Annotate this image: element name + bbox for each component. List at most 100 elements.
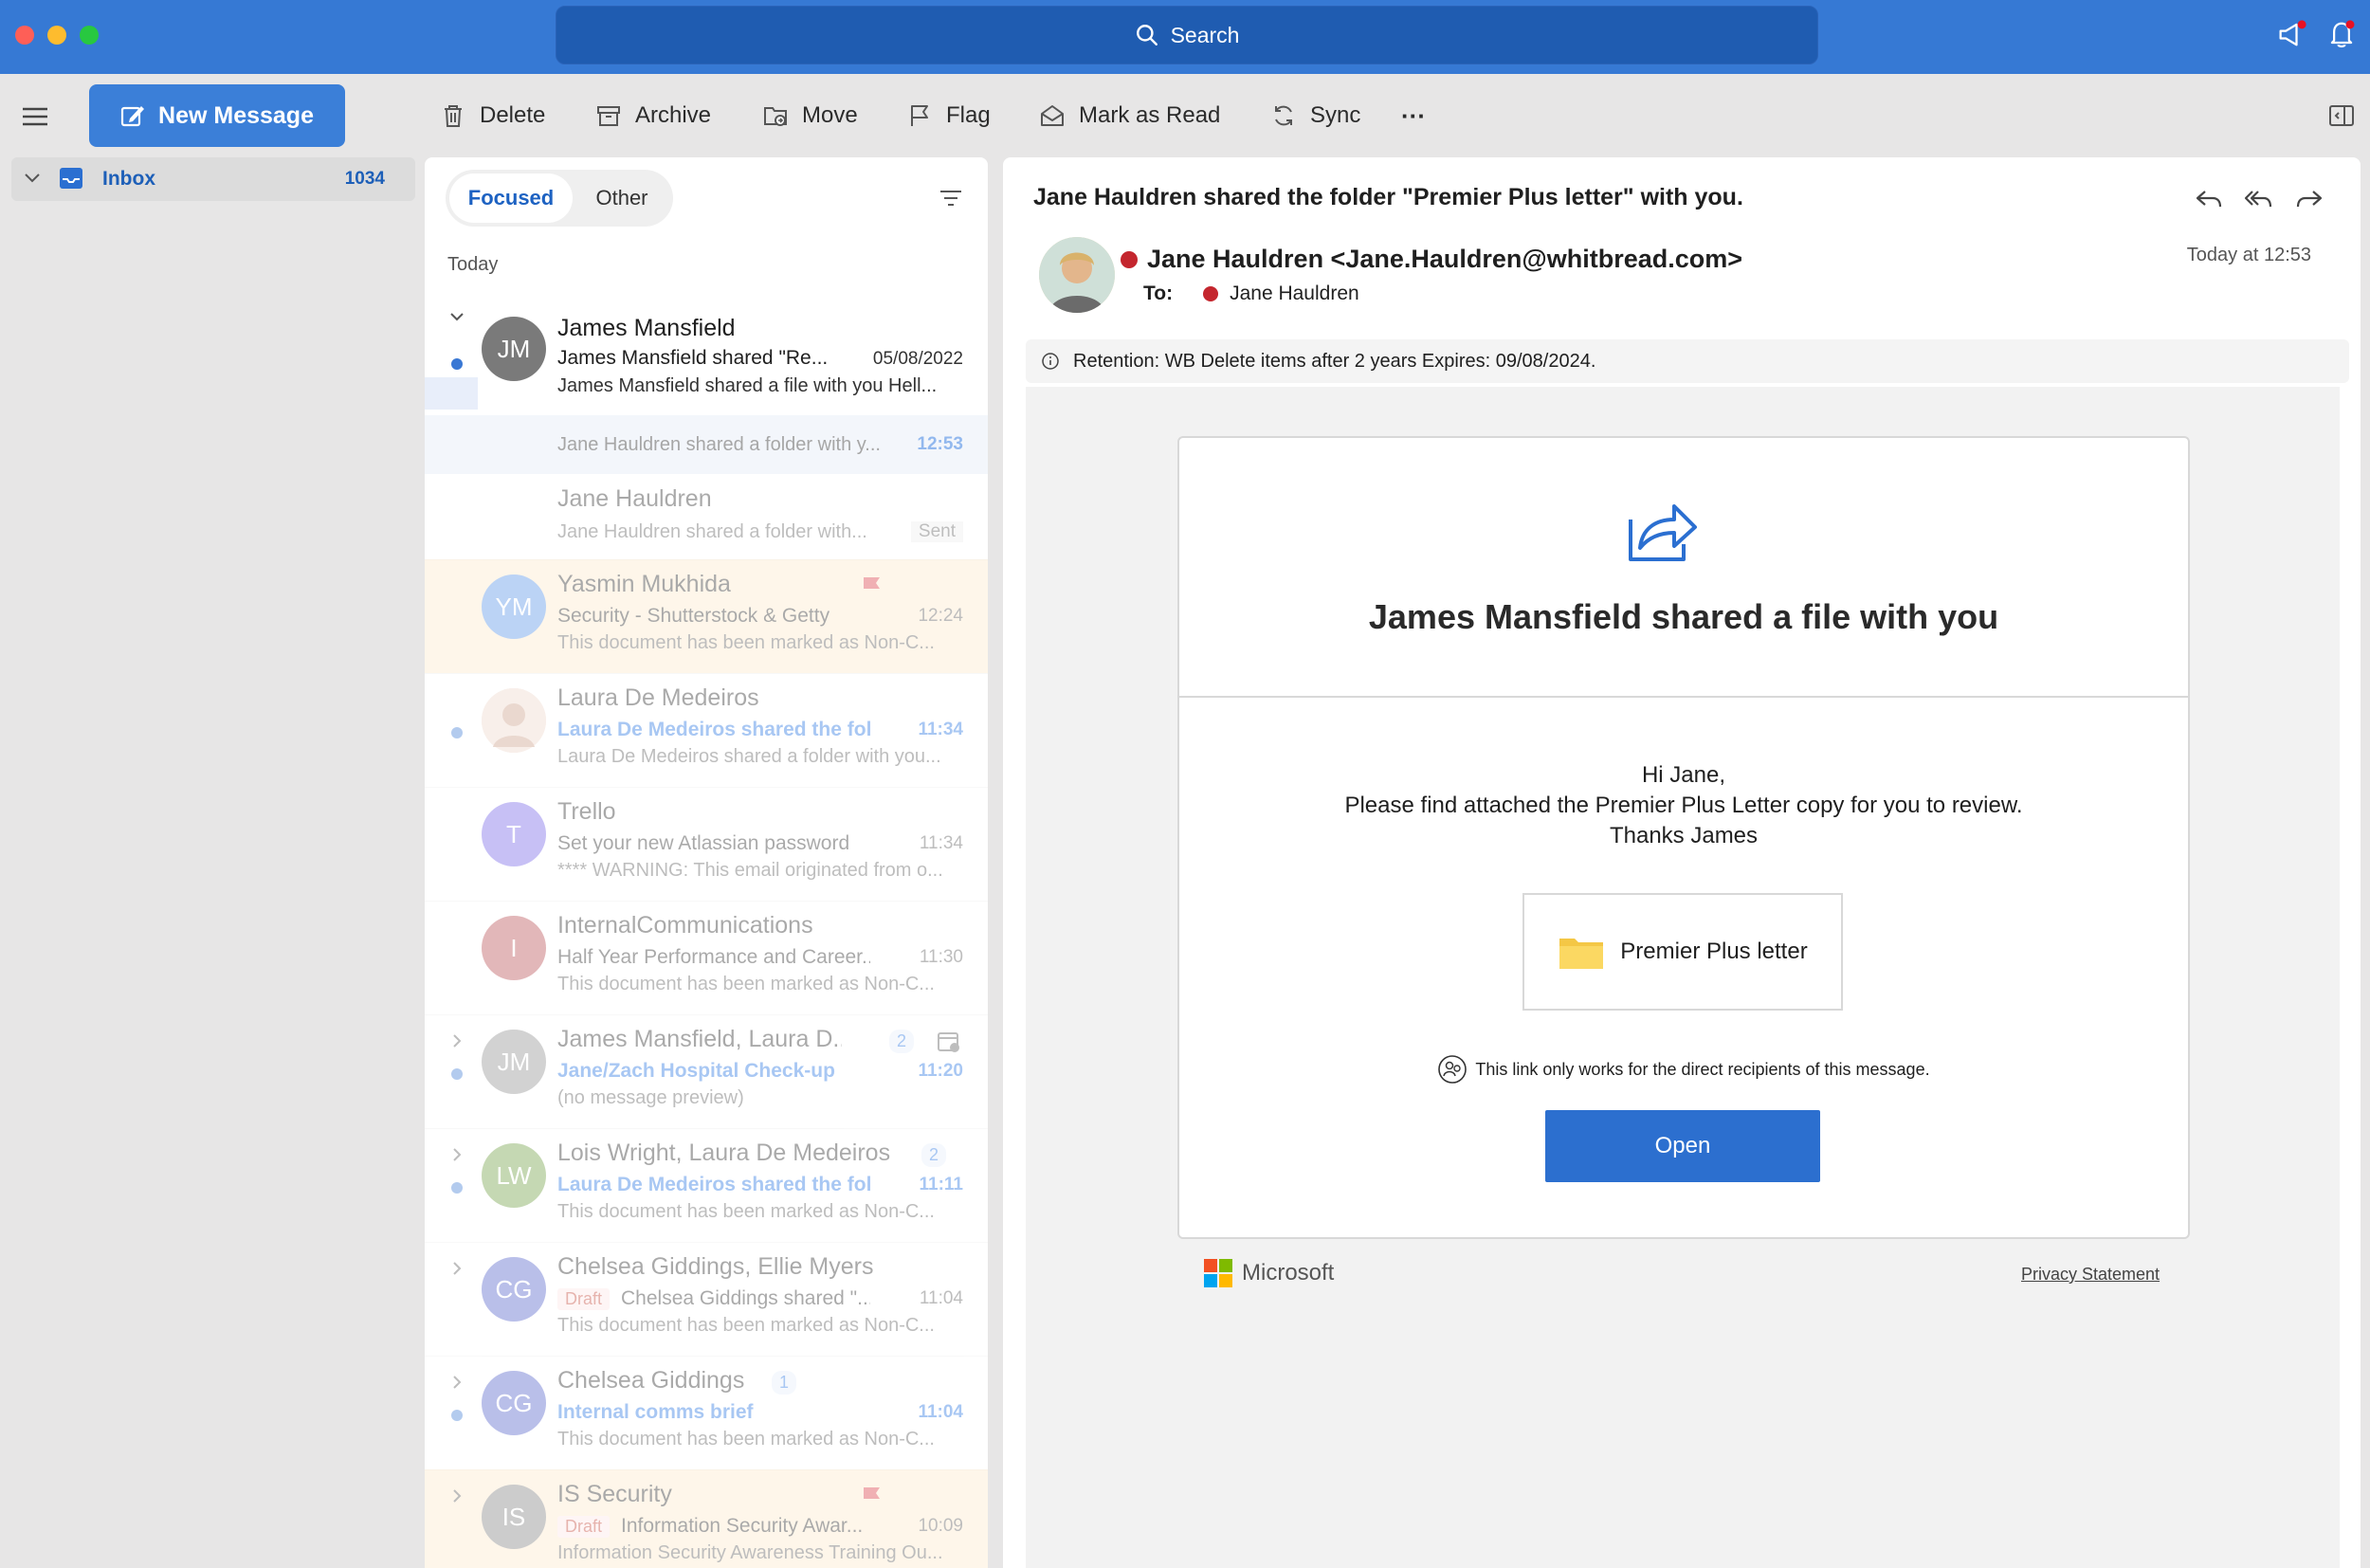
- move-label: Move: [802, 102, 858, 128]
- delete-label: Delete: [480, 102, 546, 128]
- inbox-unread-count: 1034: [344, 169, 385, 189]
- calendar-check-icon: [938, 1032, 959, 1052]
- sync-button[interactable]: Sync: [1270, 95, 1360, 137]
- message-row[interactable]: Laura De Medeiros Laura De Medeiros shar…: [425, 673, 988, 788]
- mark-as-read-button[interactable]: Mark as Read: [1039, 95, 1220, 137]
- message-preview: **** WARNING: This email originated from…: [557, 860, 943, 881]
- chevron-right-icon[interactable]: [447, 1373, 466, 1392]
- reply-all-icon[interactable]: [2243, 184, 2273, 214]
- archive-icon: [597, 106, 620, 126]
- more-options-button[interactable]: ···: [1401, 95, 1426, 137]
- search-bar[interactable]: Search: [556, 6, 1818, 64]
- title-bar: Search: [0, 0, 2370, 74]
- thread-indicator: [425, 377, 478, 410]
- chevron-down-icon[interactable]: [23, 171, 42, 186]
- reply-icon[interactable]: [2194, 184, 2224, 214]
- avatar: CG: [482, 1257, 546, 1322]
- shared-folder-link[interactable]: Premier Plus letter: [1522, 893, 1843, 1011]
- hamburger-menu-icon[interactable]: [21, 102, 49, 131]
- chevron-right-icon[interactable]: [447, 1486, 466, 1505]
- message-sender: Chelsea Giddings: [557, 1367, 745, 1394]
- recipient-name[interactable]: Jane Hauldren: [1230, 283, 1359, 305]
- message-sender: Yasmin Mukhida: [557, 571, 731, 597]
- chevron-right-icon[interactable]: [447, 1031, 466, 1050]
- flag-icon[interactable]: [859, 574, 884, 599]
- message-row[interactable]: Jane Hauldren shared a folder with y... …: [425, 415, 988, 474]
- message-row[interactable]: LW Lois Wright, Laura De Medeiros 2 Laur…: [425, 1128, 988, 1243]
- message-row[interactable]: YM Yasmin Mukhida Security - Shutterstoc…: [425, 559, 988, 674]
- message-preview: This document has been marked as Non-C..…: [557, 1429, 935, 1449]
- chevron-right-icon[interactable]: [447, 1259, 466, 1278]
- microsoft-brand-text: Microsoft: [1242, 1260, 1335, 1285]
- folder-inbox[interactable]: Inbox 1034: [11, 157, 415, 201]
- inbox-icon: [60, 168, 82, 189]
- toolbar: New Message Delete Archive Move Flag Mar…: [0, 74, 2370, 157]
- trash-icon: [445, 105, 462, 127]
- reading-pane: Jane Hauldren shared the folder "Premier…: [1003, 157, 2361, 1568]
- message-preview: Jane Hauldren shared a folder with y...: [557, 434, 881, 455]
- message-row[interactable]: IS IS Security Draft Information Security…: [425, 1469, 988, 1568]
- message-subject-text: Chelsea Giddings shared "...: [621, 1287, 870, 1309]
- tab-other[interactable]: Other: [573, 173, 671, 223]
- megaphone-icon[interactable]: [2275, 17, 2309, 51]
- message-sender: Trello: [557, 798, 616, 825]
- message-row[interactable]: T Trello Set your new Atlassian password…: [425, 787, 988, 902]
- message-subject: Laura De Medeiros shared the fol...: [557, 719, 870, 740]
- minimize-window-button[interactable]: [47, 26, 66, 45]
- sender-name[interactable]: Jane Hauldren <Jane.Hauldren@whitbread.c…: [1147, 245, 1742, 274]
- chevron-right-icon[interactable]: [447, 1145, 466, 1164]
- zoom-window-button[interactable]: [80, 26, 99, 45]
- message-sender: InternalCommunications: [557, 912, 813, 939]
- message-row[interactable]: CG Chelsea Giddings, Ellie Myers Draft Ch…: [425, 1242, 988, 1357]
- profile-photo-icon: [1039, 237, 1115, 313]
- tab-focused[interactable]: Focused: [449, 173, 573, 223]
- sender-line: Jane Hauldren <Jane.Hauldren@whitbread.c…: [1121, 245, 1742, 274]
- message-row[interactable]: JM James Mansfield James Mansfield share…: [425, 301, 988, 416]
- forward-icon[interactable]: [2294, 184, 2324, 214]
- unread-dot: [451, 1068, 463, 1080]
- avatar: CG: [482, 1371, 546, 1435]
- flag-icon[interactable]: [859, 1485, 884, 1509]
- message-subject: Security - Shutterstock & Getty: [557, 605, 830, 627]
- message-row[interactable]: JM James Mansfield, Laura D... 2 Jane/Za…: [425, 1014, 988, 1129]
- group-header-today: Today: [447, 254, 499, 275]
- reading-pane-toggle-icon[interactable]: [2328, 102, 2355, 129]
- avatar: LW: [482, 1143, 546, 1208]
- avatar: [482, 688, 546, 753]
- inbox-label: Inbox: [102, 168, 155, 190]
- delete-button[interactable]: Delete: [440, 95, 545, 137]
- message-sender: James Mansfield, Laura D...: [557, 1026, 842, 1052]
- flag-button[interactable]: Flag: [906, 95, 991, 137]
- share-icon: [1629, 504, 1697, 561]
- message-sender: Lois Wright, Laura De Medeiros: [557, 1140, 891, 1166]
- message-time: 11:34: [918, 720, 963, 739]
- message-preview: (no message preview): [557, 1087, 744, 1108]
- notification-bell-icon[interactable]: [2324, 17, 2359, 51]
- flag-icon: [911, 105, 928, 126]
- avatar: I: [482, 916, 546, 980]
- privacy-statement-link[interactable]: Privacy Statement: [2021, 1265, 2160, 1285]
- chevron-down-icon[interactable]: [447, 307, 466, 326]
- sender-avatar[interactable]: [1039, 237, 1115, 313]
- presence-busy-icon: [1203, 286, 1219, 301]
- archive-button[interactable]: Archive: [595, 95, 711, 137]
- message-row[interactable]: Jane Hauldren Jane Hauldren shared a fol…: [425, 474, 988, 560]
- message-subject: James Mansfield shared "Re...: [557, 347, 829, 369]
- filter-icon[interactable]: [937, 184, 965, 212]
- open-button[interactable]: Open: [1545, 1110, 1820, 1182]
- message-sender: Jane Hauldren: [557, 485, 712, 512]
- message-sender: Laura De Medeiros: [557, 684, 759, 711]
- draft-badge: Draft: [557, 1516, 611, 1538]
- open-envelope-icon: [1041, 105, 1064, 126]
- message-time: 11:11: [919, 1175, 964, 1194]
- share-card-title: James Mansfield shared a file with you: [1368, 597, 1999, 636]
- message-row[interactable]: I InternalCommunications Half Year Perfo…: [425, 901, 988, 1015]
- thread-count-badge: 2: [921, 1143, 947, 1167]
- message-row[interactable]: CG Chelsea Giddings 1 Internal comms bri…: [425, 1356, 988, 1470]
- email-subject: Jane Hauldren shared the folder "Premier…: [1033, 184, 1743, 210]
- move-button[interactable]: Move: [762, 95, 858, 137]
- message-line: Please find attached the Premier Plus Le…: [1344, 793, 2023, 818]
- new-message-button[interactable]: New Message: [89, 84, 345, 147]
- thread-count-badge: 2: [889, 1030, 915, 1053]
- close-window-button[interactable]: [15, 26, 34, 45]
